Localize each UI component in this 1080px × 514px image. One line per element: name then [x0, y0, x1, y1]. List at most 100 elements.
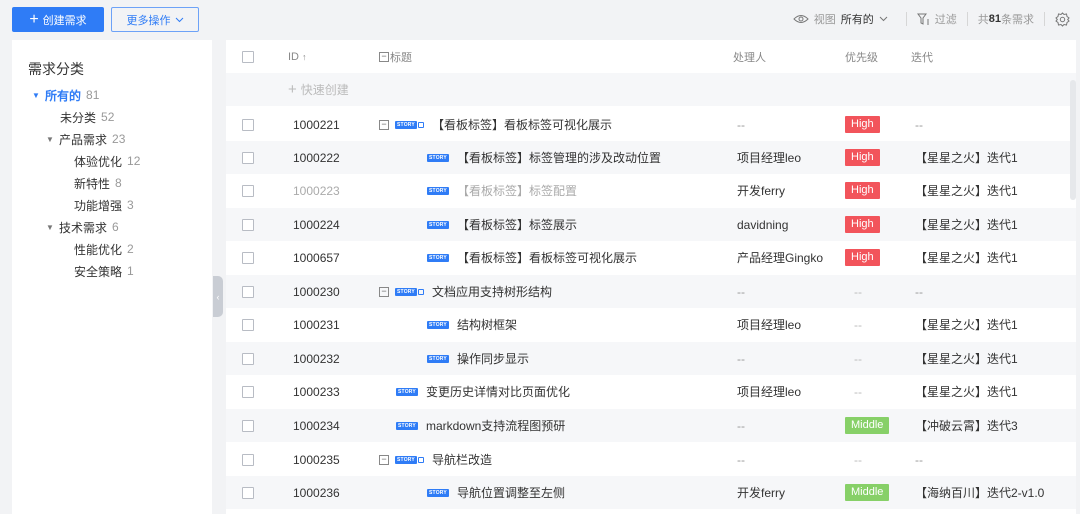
sidebar-item-count: 81 — [86, 88, 100, 102]
chevron-left-icon: ‹ — [216, 291, 220, 302]
row-title[interactable]: STORY 【看板标签】标签管理的涉及改动位置 — [427, 141, 661, 174]
sidebar-item-label: 技术需求 — [59, 220, 108, 235]
row-title-text: 【看板标签】看板标签可视化展示 — [431, 118, 612, 132]
caret-down-icon[interactable]: ▼ — [30, 91, 42, 100]
row-checkbox[interactable] — [242, 352, 254, 365]
view-selector[interactable]: 视图 所有的 — [793, 11, 888, 27]
total-prefix: 共 — [977, 14, 989, 26]
collapse-icon[interactable]: − — [379, 286, 389, 297]
row-checkbox[interactable] — [242, 285, 254, 298]
filter-button[interactable]: 过滤 — [916, 11, 957, 27]
sidebar-item-enhancement[interactable]: 功能增强 3 — [12, 194, 212, 216]
caret-down-icon[interactable]: ▼ — [44, 223, 56, 232]
row-title[interactable]: STORY 变更历史详情对比页面优化 — [396, 375, 570, 408]
row-priority: -- — [854, 351, 862, 366]
header-owner: 处理人 — [733, 51, 766, 64]
table-row[interactable]: 1000657 STORY 【看板标签】看板标签可视化展示 产品经理Gingko… — [226, 241, 1076, 274]
top-toolbar: + 创建需求 更多操作 视图 所有的 过滤 共 81 条需求 — [0, 0, 1080, 38]
table-row[interactable]: 1000224 STORY 【看板标签】标签展示 davidning High … — [226, 208, 1076, 241]
row-id: 1000234 — [293, 418, 340, 433]
row-title-text: 【看板标签】标签展示 — [456, 218, 577, 232]
row-priority: -- — [854, 317, 862, 332]
row-checkbox[interactable] — [242, 318, 254, 331]
select-all-checkbox[interactable] — [242, 50, 254, 63]
row-id: 1000232 — [293, 351, 340, 366]
divider — [966, 12, 968, 26]
row-title-text: markdown支持流程图预研 — [425, 419, 566, 433]
sidebar-item-security[interactable]: 安全策略 1 — [12, 260, 212, 282]
row-title[interactable]: STORY 操作同步显示 — [427, 342, 529, 375]
row-checkbox[interactable] — [242, 453, 254, 466]
sidebar-item-uncategorized[interactable]: 未分类 52 — [12, 106, 212, 128]
collapse-icon[interactable]: − — [379, 454, 389, 465]
row-owner: -- — [737, 117, 745, 132]
sidebar-item-tech[interactable]: ▼ 技术需求 6 — [12, 216, 212, 238]
row-checkbox[interactable] — [242, 151, 254, 164]
view-label: 视图 — [813, 14, 836, 26]
sidebar-item-experience[interactable]: 体验优化 12 — [12, 150, 212, 172]
create-requirement-button[interactable]: + 创建需求 — [12, 7, 104, 32]
sort-arrow-icon: ↑ — [302, 51, 307, 62]
sidebar-item-count: 1 — [127, 264, 134, 278]
row-checkbox[interactable] — [242, 251, 254, 264]
more-actions-button[interactable]: 更多操作 — [111, 7, 199, 32]
row-title[interactable]: − STORY 导航栏改造 — [379, 443, 492, 476]
row-checkbox[interactable] — [242, 118, 254, 131]
settings-gear-icon[interactable] — [1055, 11, 1070, 27]
row-iteration: 【星星之火】迭代1 — [915, 251, 1018, 265]
row-title[interactable]: STORY markdown支持流程图预研 — [396, 409, 565, 442]
row-title[interactable]: − STORY 文档应用支持树形结构 — [379, 275, 552, 308]
sidebar-item-new-feature[interactable]: 新特性 8 — [12, 172, 212, 194]
eye-icon — [793, 15, 809, 23]
table-row[interactable]: 1000222 STORY 【看板标签】标签管理的涉及改动位置 项目经理leo … — [226, 141, 1076, 174]
table-row[interactable]: 1000231 STORY 结构树框架 项目经理leo -- 【星星之火】迭代1 — [226, 308, 1076, 341]
row-checkbox[interactable] — [242, 184, 254, 197]
sidebar-item-all[interactable]: ▼ 所有的 81 — [12, 84, 212, 106]
table-row[interactable]: 1000233 STORY 变更历史详情对比页面优化 项目经理leo -- 【星… — [226, 375, 1076, 408]
row-owner: -- — [737, 284, 745, 299]
row-iteration: 【星星之火】迭代1 — [915, 184, 1018, 198]
story-tag: STORY — [427, 186, 449, 195]
story-tag: STORY — [427, 153, 449, 162]
table-row[interactable]: 1000230 − STORY 文档应用支持树形结构 -- -- -- — [226, 275, 1076, 308]
quick-create-row[interactable]: + 快速创建 — [226, 73, 1076, 106]
table-scrollbar[interactable] — [1070, 80, 1076, 200]
quick-create-button[interactable]: + 快速创建 — [288, 73, 349, 106]
row-title[interactable]: STORY 【看板标签】看板标签可视化展示 — [427, 241, 637, 274]
total-number: 81 — [988, 13, 1001, 25]
row-title[interactable]: − STORY 【看板标签】看板标签可视化展示 — [379, 108, 612, 141]
header-priority: 优先级 — [845, 51, 878, 64]
row-owner: 开发ferry — [737, 184, 786, 198]
caret-down-icon[interactable]: ▼ — [44, 135, 56, 144]
row-checkbox[interactable] — [242, 218, 254, 231]
story-tag: STORY — [427, 320, 449, 329]
sidebar-item-performance[interactable]: 性能优化 2 — [12, 238, 212, 260]
story-tag: STORY — [395, 287, 417, 296]
sidebar-item-product[interactable]: ▼ 产品需求 23 — [12, 128, 212, 150]
sidebar-item-count: 6 — [112, 220, 119, 234]
row-title[interactable]: STORY 结构树框架 — [427, 308, 517, 341]
row-title[interactable]: STORY 导航位置调整至左侧 — [427, 476, 565, 509]
table-row[interactable]: 1000236 STORY 导航位置调整至左侧 开发ferry Middle 【… — [226, 476, 1076, 509]
row-title[interactable]: STORY 【看板标签】标签配置 — [427, 174, 577, 207]
header-id[interactable]: ID ↑ — [288, 40, 307, 73]
collapse-all-icon[interactable]: − — [379, 51, 389, 62]
story-tag: STORY — [427, 354, 449, 363]
table-row[interactable]: 1000221 − STORY 【看板标签】看板标签可视化展示 -- High … — [226, 108, 1076, 141]
row-id: 1000221 — [293, 117, 340, 132]
header-iteration: 迭代 — [911, 51, 933, 64]
chevron-down-icon — [175, 17, 183, 22]
story-tag: STORY — [427, 220, 449, 229]
row-checkbox[interactable] — [242, 486, 254, 499]
table-row[interactable]: 1000223 STORY 【看板标签】标签配置 开发ferry High 【星… — [226, 174, 1076, 207]
table-row[interactable]: 1000232 STORY 操作同步显示 -- -- 【星星之火】迭代1 — [226, 342, 1076, 375]
story-tag: STORY — [395, 120, 417, 129]
collapse-icon[interactable]: − — [379, 119, 389, 130]
row-checkbox[interactable] — [242, 419, 254, 432]
sidebar-collapse-handle[interactable]: ‹ — [213, 276, 223, 317]
row-checkbox[interactable] — [242, 385, 254, 398]
priority-badge: High — [845, 182, 880, 199]
table-row[interactable]: 1000234 STORY markdown支持流程图预研 -- Middle … — [226, 409, 1076, 442]
table-row[interactable]: 1000235 − STORY 导航栏改造 -- -- -- — [226, 443, 1076, 476]
row-title[interactable]: STORY 【看板标签】标签展示 — [427, 208, 577, 241]
